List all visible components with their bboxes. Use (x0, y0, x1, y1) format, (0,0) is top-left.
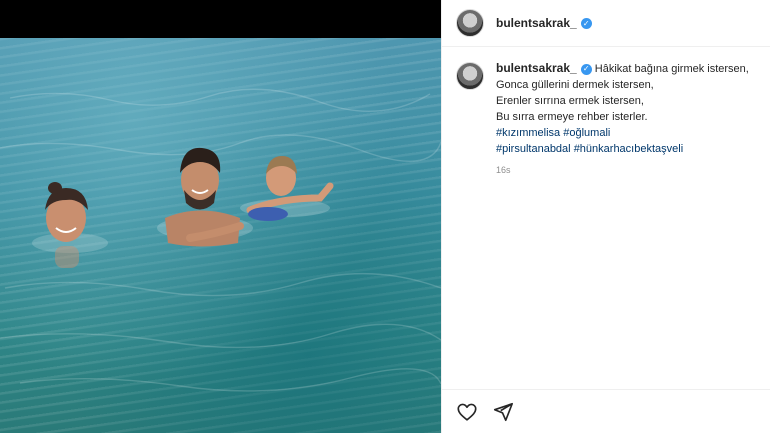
swimmer-left (32, 182, 108, 268)
hashtag-link[interactable]: #kızımmelisa (496, 127, 560, 139)
post-header: bulentsakrak_ ✓ (442, 0, 770, 47)
author-username[interactable]: bulentsakrak_ (496, 16, 577, 30)
verified-badge-icon: ✓ (580, 17, 592, 29)
post-timestamp[interactable]: 16s (496, 162, 749, 178)
verified-badge-icon: ✓ (580, 63, 592, 75)
swimmer-right (240, 156, 334, 221)
swimmers-illustration (0, 88, 441, 392)
caption-line-2: Gonca güllerini dermek istersen, (496, 79, 654, 91)
caption-avatar[interactable] (456, 62, 484, 90)
caption-line-3: Erenler sırrına ermek istersen, (496, 95, 644, 107)
caption-line-1: Hâkikat bağına girmek istersen, (594, 63, 749, 75)
caption-line-4: Bu sırra ermeye rehber isterler. (496, 111, 648, 123)
author-avatar[interactable] (456, 9, 484, 37)
hashtag-link[interactable]: #pirsultanabdal (496, 143, 571, 155)
hashtag-link[interactable]: #hünkarhacıbektaşveli (574, 143, 683, 155)
hashtag-row-2: #pirsultanabdal #hünkarhacıbektaşveli (496, 141, 749, 157)
hashtag-row-1: #kızımmelisa #oğlumali (496, 125, 749, 141)
post-photo[interactable] (0, 38, 441, 433)
action-bar (442, 389, 770, 433)
hashtag-link[interactable]: #oğlumali (563, 127, 610, 139)
media-top-bar (0, 0, 441, 38)
caption-first-line: bulentsakrak_ ✓ Hâkikat bağına girmek ist… (496, 60, 749, 77)
caption-username[interactable]: bulentsakrak_ (496, 61, 577, 75)
caption-comment: bulentsakrak_ ✓ Hâkikat bağına girmek ist… (456, 60, 761, 178)
heart-icon[interactable] (456, 401, 478, 423)
send-icon[interactable] (492, 401, 514, 423)
caption-body: bulentsakrak_ ✓ Hâkikat bağına girmek ist… (496, 60, 749, 178)
post-media (0, 0, 441, 433)
post-sidebar: bulentsakrak_ ✓ bulentsakrak_ ✓ Hâkikat b… (441, 0, 770, 433)
swimmer-middle (157, 147, 253, 247)
